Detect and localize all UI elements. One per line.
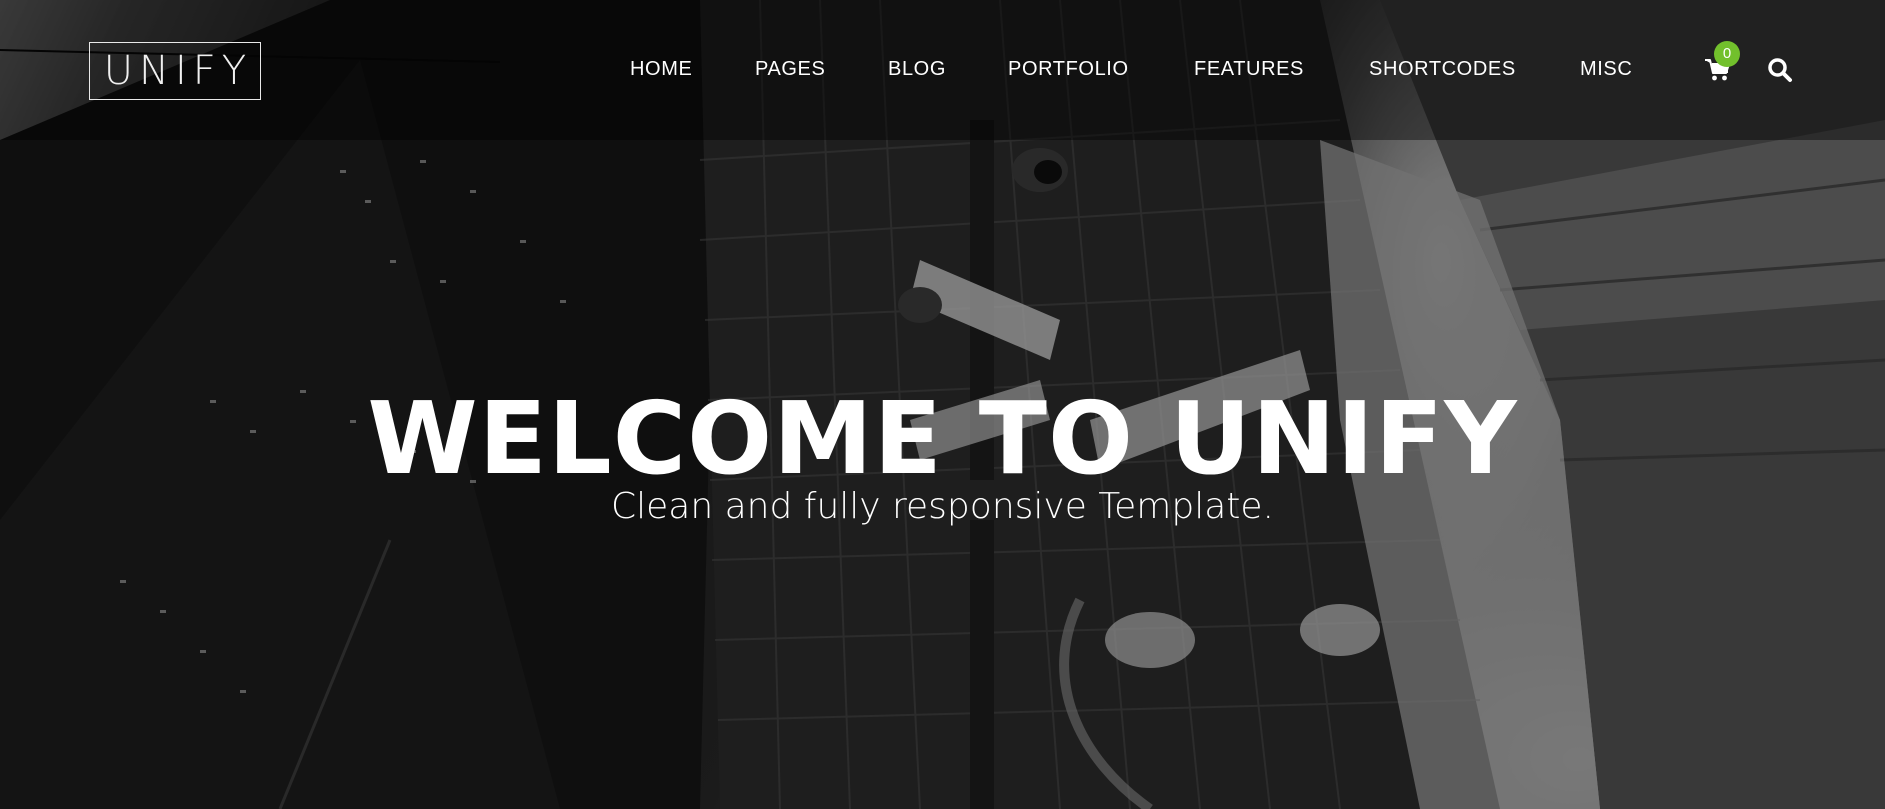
hero-title: WELCOME TO UNIFY xyxy=(367,380,1518,497)
nav-item-pages[interactable]: PAGES xyxy=(755,56,825,82)
unify-logo[interactable]: UNIFY xyxy=(89,42,261,100)
nav-item-blog[interactable]: BLOG xyxy=(888,56,946,82)
cart-count-badge: 0 xyxy=(1714,41,1740,67)
nav-item-shortcodes[interactable]: SHORTCODES xyxy=(1369,56,1516,82)
hero-subtitle: Clean and fully responsive Template. xyxy=(611,486,1274,527)
site-header: UNIFY HOME PAGES BLOG PORTFOLIO FEATURES… xyxy=(0,0,1885,140)
nav-item-features[interactable]: FEATURES xyxy=(1194,56,1304,82)
nav-item-misc[interactable]: MISC xyxy=(1580,56,1632,82)
nav-item-home[interactable]: HOME xyxy=(630,56,692,82)
search-icon[interactable] xyxy=(1767,57,1793,83)
nav-item-portfolio[interactable]: PORTFOLIO xyxy=(1008,56,1129,82)
